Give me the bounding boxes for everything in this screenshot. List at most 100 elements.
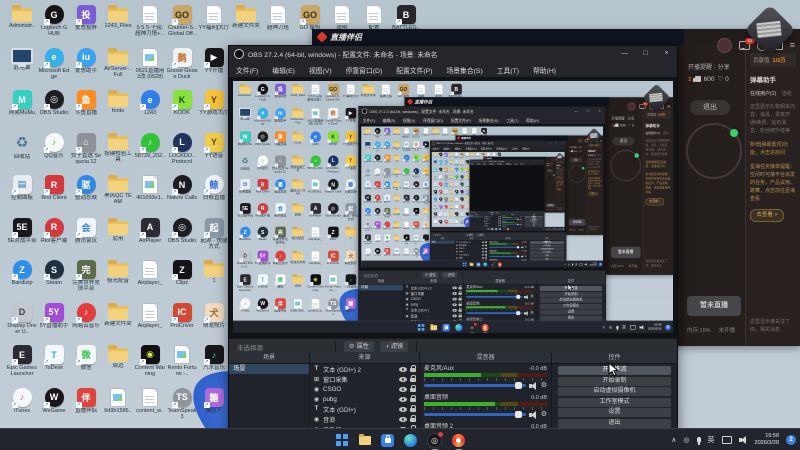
desktop-icon[interactable]: 6d9b1586.. — [102, 387, 134, 430]
visibility-eye-icon[interactable] — [399, 386, 407, 392]
desktop-icon[interactable]: TS TeamSpeak 3 — [166, 387, 198, 430]
desktop-icon[interactable]: Rento Fortune -.. — [166, 344, 198, 387]
desktop-icon[interactable]: 5E 5E对战平台 — [6, 217, 38, 260]
desktop-icon[interactable]: 投 爱思投屏 — [70, 4, 102, 47]
obs-preview[interactable]: Administr.. G Logitech G HUB 投 爱思投屏 1243… — [229, 77, 677, 338]
desktop-icon[interactable]: 401093e1.. — [134, 174, 166, 217]
control-button[interactable]: 退出 — [558, 418, 671, 428]
desktop-icon[interactable]: GO Counter-S.. Global Off.. — [166, 4, 198, 47]
desktop-icon[interactable]: 黑风QC TEAM — [102, 174, 134, 217]
desktop-icon[interactable]: 0621直播用2改 (0528) — [134, 47, 166, 90]
desktop-icon[interactable]: e Microsoft Edge — [38, 47, 70, 90]
scene-row[interactable]: 场景 — [229, 364, 309, 374]
desktop-icon[interactable]: e 1243 — [134, 89, 166, 132]
desktop-icon[interactable]: 1243_Files — [102, 4, 134, 47]
lock-icon[interactable] — [410, 415, 416, 422]
desktop-icon[interactable]: 周边 — [102, 344, 134, 387]
start-button[interactable] — [335, 434, 348, 447]
desktop-icon[interactable]: ♪ 58739_202.. — [134, 132, 166, 175]
desktop-icon[interactable]: 完 完美世界竞技平台 — [70, 259, 102, 302]
desktop-icon[interactable]: Administr.. — [6, 4, 38, 47]
source-row[interactable]: ◉ 音浪 — [310, 414, 419, 424]
desktop-icon[interactable]: YY福利[大厅 — [198, 4, 230, 47]
share-button[interactable]: 分享 — [718, 65, 730, 71]
exit-button[interactable]: 退出 — [690, 100, 730, 115]
source-row[interactable]: ⊞ 窗口采集 — [310, 374, 419, 384]
desktop-icon[interactable]: content_w.. — [134, 387, 166, 430]
go-view-button[interactable]: 去查看 > — [750, 209, 784, 222]
desktop-icon[interactable]: M 网易MuMu — [6, 89, 38, 132]
tray-touchpad-icon[interactable] — [721, 436, 732, 444]
channel-gear-icon[interactable]: ⚙ — [541, 382, 547, 390]
desktop-icon[interactable]: R Riot Client — [38, 174, 70, 217]
companion-taskbar-icon[interactable] — [452, 433, 465, 447]
desktop-icon[interactable]: D Display Driver U.. — [6, 302, 38, 345]
obs-menu-item[interactable]: 工具(T) — [490, 65, 526, 75]
desktop-icon[interactable]: 糖 糖豆人 — [198, 387, 230, 430]
store-icon[interactable] — [381, 433, 394, 447]
desktop-icon[interactable]: 起 起源 - 快捷方式 — [198, 217, 230, 260]
lock-icon[interactable] — [410, 365, 416, 372]
desktop-icon[interactable]: ◎ OBS Studio — [166, 217, 198, 260]
filters-button[interactable]: ◑ 滤镜 — [379, 341, 409, 352]
lock-icon[interactable] — [410, 375, 416, 382]
volume-slider[interactable] — [424, 382, 526, 389]
desktop-icon[interactable]: G Logitech G HUB — [38, 4, 70, 47]
tray-chevron-icon[interactable]: ∧ — [671, 436, 676, 444]
desktop-icon[interactable]: T ToDesk — [38, 344, 70, 387]
desktop-icon[interactable]: 会 腾讯会议 — [70, 217, 102, 260]
desktop-icon[interactable]: Z Clipz — [166, 259, 198, 302]
desktop-icon[interactable]: 鹅 Goose Goose Duck — [166, 47, 198, 90]
visibility-eye-icon[interactable] — [399, 396, 407, 402]
desktop-icon[interactable]: Z Bandizip — [6, 259, 38, 302]
desktop-icon[interactable]: ◎ OBS Studio — [38, 89, 70, 132]
desktop-icon[interactable]: 驱 驱动总裁 — [70, 174, 102, 217]
control-button[interactable]: 设置 — [558, 408, 671, 417]
desktop-icon[interactable]: 新建文件夹 — [230, 4, 262, 47]
taskbar-clock[interactable]: 19:58 2026/3/28 — [755, 433, 779, 447]
obs-menu-item[interactable]: 帮助(H) — [526, 65, 563, 75]
mixer-dock-header[interactable]: 混音器 — [420, 353, 551, 364]
tray-obs-icon[interactable]: ◎ — [683, 436, 689, 444]
notification-badge[interactable]: 2 — [786, 435, 796, 445]
control-button[interactable]: 工作室模式 — [558, 397, 671, 407]
desktop-icon[interactable]: ⌂ 饺子直选 Sequoia 12 — [70, 132, 102, 175]
visibility-eye-icon[interactable] — [399, 406, 407, 412]
desktop-icon[interactable]: 犬 萌宠照片 — [198, 302, 230, 345]
tray-volume-icon[interactable] — [738, 436, 748, 444]
visibility-eye-icon[interactable] — [399, 376, 407, 382]
tab-activity[interactable]: 活动 — [782, 91, 792, 97]
lock-icon[interactable] — [410, 405, 416, 412]
obs-titlebar[interactable]: OBS 27.2.4 (64-bit, windows) - 配置文件: 未命名… — [229, 46, 677, 62]
desktop-icon[interactable]: ▤ 控制面板 — [6, 174, 38, 217]
edge-browser-icon[interactable] — [404, 433, 417, 447]
desktop-icon[interactable]: S Steam — [38, 259, 70, 302]
minimize-button[interactable]: — — [614, 46, 635, 62]
maximize-button[interactable]: □ — [635, 46, 656, 62]
desktop-icon[interactable]: 此电脑 — [6, 47, 38, 90]
obs-menu-item[interactable]: 编辑(E) — [265, 65, 302, 75]
desktop-icon[interactable]: ◉ Content Warning — [134, 344, 166, 387]
desktop-icon[interactable]: 1 — [198, 259, 230, 302]
source-row[interactable]: ◉ pubg — [310, 394, 419, 404]
desktop-icon[interactable]: 屁用 — [102, 217, 134, 260]
obs-menu-item[interactable]: 配置文件(P) — [389, 65, 439, 75]
close-button[interactable]: × — [656, 46, 677, 62]
desktop-icon[interactable]: 5 5 5-子绘:超神刀塔+... — [134, 4, 166, 47]
obs-menu-item[interactable]: 停靠窗口(D) — [339, 65, 390, 75]
desktop-icon[interactable]: 超神刀塔 — [262, 4, 294, 47]
visibility-eye-icon[interactable] — [399, 366, 407, 372]
volume-slider[interactable] — [424, 411, 526, 418]
avatar[interactable] — [716, 38, 732, 53]
desktop-icon[interactable]: 5Y 5Y直播助手 — [38, 302, 70, 345]
desktop-icon[interactable]: Y YY游戏大厅 — [198, 89, 230, 132]
obs-menu-item[interactable]: 文件(F) — [229, 65, 265, 75]
desktop-icon[interactable]: iu 爱思助手 — [70, 47, 102, 90]
obs-menu-item[interactable]: 场景集合(S) — [439, 65, 489, 75]
desktop-icon[interactable]: ♻ 回收站 — [6, 132, 38, 175]
desktop-icon[interactable]: ♪ 网易云音乐 — [70, 302, 102, 345]
obs-taskbar-icon[interactable]: ◎ — [427, 431, 443, 448]
lock-icon[interactable] — [410, 385, 416, 392]
source-row[interactable]: T 文本 (GDI+) — [310, 404, 419, 414]
channel-gear-icon[interactable]: ⚙ — [541, 411, 547, 419]
